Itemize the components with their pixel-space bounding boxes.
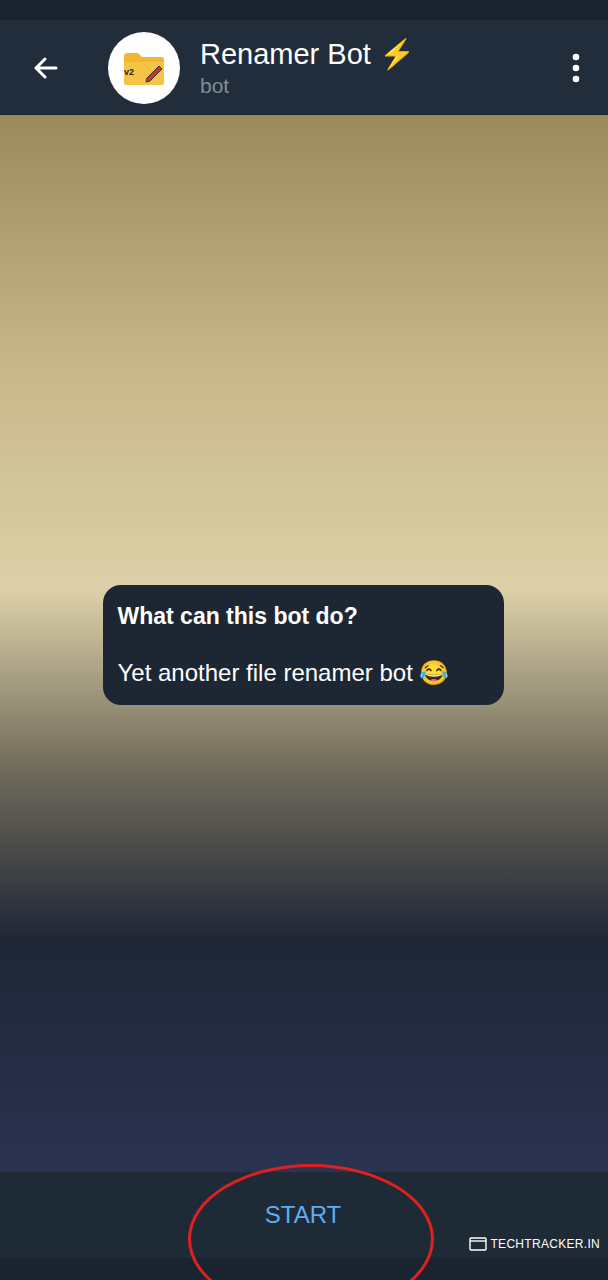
bot-avatar[interactable]: v2 [108, 32, 180, 104]
watermark-text: TECHTRACKER.IN [490, 1238, 600, 1250]
watermark: TECHTRACKER.IN [469, 1237, 600, 1251]
annotation-circle [188, 1164, 434, 1280]
header-titles: Renamer Bot ⚡bot [200, 36, 570, 100]
bot-title: Renamer Bot ⚡ [200, 36, 570, 72]
more-menu-icon[interactable] [570, 53, 582, 83]
bot-subtitle: bot [200, 72, 570, 100]
chat-background: What can this bot do? Yet another file re… [0, 115, 608, 1172]
intro-title: What can this bot do? [118, 601, 489, 631]
start-button[interactable]: START [245, 1189, 361, 1241]
status-strip [0, 0, 608, 20]
nav-strip [0, 1258, 608, 1280]
intro-text: Yet another file renamer bot 😂 [118, 657, 489, 689]
bot-intro-bubble: What can this bot do? Yet another file re… [103, 585, 504, 705]
avatar-badge: v2 [124, 68, 134, 77]
chat-header: v2 Renamer Bot ⚡bot [0, 20, 608, 115]
back-arrow-icon[interactable] [30, 52, 62, 84]
browser-icon [469, 1237, 487, 1251]
